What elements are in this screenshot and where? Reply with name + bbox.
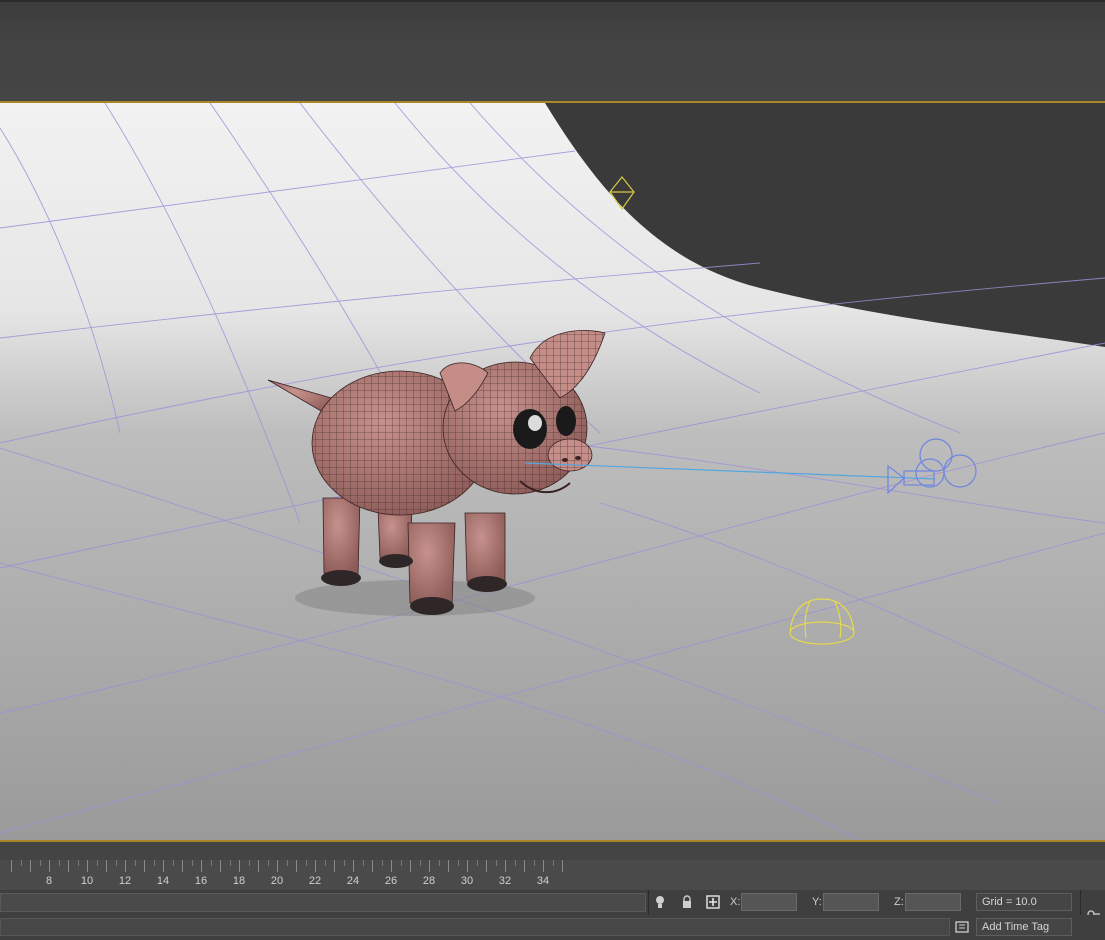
ruler-tick: [401, 860, 402, 866]
ruler-tick: [258, 860, 259, 872]
ruler-tick: [154, 860, 155, 866]
ruler-tick-label: 22: [308, 875, 322, 887]
ruler-tick: [163, 860, 164, 872]
ruler-tick: [315, 860, 316, 872]
ruler-tick: [486, 860, 487, 872]
ruler-tick: [211, 860, 212, 866]
lock-icon[interactable]: [680, 895, 694, 909]
ruler-tick: [562, 860, 563, 872]
y-coord-label: Y:: [812, 896, 822, 908]
ruler-tick: [68, 860, 69, 872]
ruler-tick: [21, 860, 22, 866]
ruler-tick: [410, 860, 411, 872]
ruler-tick: [306, 860, 307, 866]
ruler-tick-label: 20: [270, 875, 284, 887]
viewport-scene: [0, 103, 1105, 840]
z-coord-field[interactable]: [905, 893, 961, 911]
status-bar: X: Y: Z: Grid = 10.0: [0, 890, 1105, 940]
time-config-icon[interactable]: [955, 920, 969, 934]
ruler-tick: [230, 860, 231, 866]
ruler-tick: [249, 860, 250, 866]
ruler-tick: [391, 860, 392, 872]
ruler-tick: [268, 860, 269, 866]
ruler-tick: [296, 860, 297, 872]
ruler-tick: [220, 860, 221, 872]
ruler-tick: [11, 860, 12, 872]
ruler-tick: [287, 860, 288, 866]
ruler-tick: [30, 860, 31, 872]
ruler-tick: [239, 860, 240, 872]
ruler-tick: [420, 860, 421, 866]
perspective-viewport[interactable]: [0, 101, 1105, 842]
ruler-tick: [182, 860, 183, 872]
prompt-text-field[interactable]: [0, 918, 950, 936]
ruler-tick: [135, 860, 136, 866]
ruler-tick: [344, 860, 345, 866]
ruler-tick: [59, 860, 60, 866]
x-coord-label: X:: [730, 896, 741, 908]
ruler-tick: [78, 860, 79, 866]
ruler-tick: [192, 860, 193, 866]
ruler-tick: [116, 860, 117, 866]
ruler-tick: [325, 860, 326, 866]
ruler-tick: [505, 860, 506, 872]
ruler-tick-label: 10: [80, 875, 94, 887]
ruler-tick-label: 32: [498, 875, 512, 887]
ruler-tick-label: 14: [156, 875, 170, 887]
ruler-tick: [543, 860, 544, 872]
ruler-tick: [277, 860, 278, 872]
ruler-tick-label: 16: [194, 875, 208, 887]
ruler-tick-label: 24: [346, 875, 360, 887]
maxscript-listener-field[interactable]: [0, 893, 646, 912]
ruler-tick: [125, 860, 126, 872]
ruler-tick: [477, 860, 478, 866]
ruler-tick: [534, 860, 535, 866]
ruler-tick: [49, 860, 50, 872]
ruler-tick: [382, 860, 383, 866]
ruler-tick: [467, 860, 468, 872]
prompt-line: Add Time Tag: [0, 915, 1105, 940]
ruler-tick: [334, 860, 335, 872]
ruler-tick: [448, 860, 449, 872]
ruler-tick: [553, 860, 554, 866]
ruler-tick: [458, 860, 459, 866]
track-bar[interactable]: 8 10 12 14 16 18 20 22 24 26 28 30 32 34: [0, 843, 1105, 890]
x-coord-field[interactable]: [741, 893, 797, 911]
transform-mode-icon[interactable]: [706, 895, 720, 909]
ruler-tick: [97, 860, 98, 866]
ruler-tick: [372, 860, 373, 872]
ruler-tick: [515, 860, 516, 866]
ruler-tick-label: 12: [118, 875, 132, 887]
ruler-tick: [439, 860, 440, 866]
y-coord-field[interactable]: [823, 893, 879, 911]
ruler-tick: [363, 860, 364, 866]
ruler-tick: [87, 860, 88, 872]
ruler-tick: [524, 860, 525, 872]
ruler-tick-label: 8: [45, 875, 53, 887]
ruler-tick: [429, 860, 430, 872]
z-coord-label: Z:: [894, 896, 904, 908]
top-toolbar-area: [0, 0, 1105, 101]
ruler-tick-label: 26: [384, 875, 398, 887]
ruler-tick-label: 18: [232, 875, 246, 887]
ruler-tick: [144, 860, 145, 872]
ruler-tick-label: 30: [460, 875, 474, 887]
ruler-tick-label: 34: [536, 875, 550, 887]
ruler-tick: [173, 860, 174, 866]
ruler-tick-label: 28: [422, 875, 436, 887]
ruler-tick: [201, 860, 202, 872]
ruler-tick: [106, 860, 107, 872]
ruler-tick: [353, 860, 354, 872]
bulb-icon[interactable]: [653, 895, 667, 909]
ruler-tick: [496, 860, 497, 866]
ruler-tick: [40, 860, 41, 866]
add-time-tag-button[interactable]: Add Time Tag: [976, 918, 1072, 936]
grid-size-display: Grid = 10.0: [976, 893, 1072, 911]
